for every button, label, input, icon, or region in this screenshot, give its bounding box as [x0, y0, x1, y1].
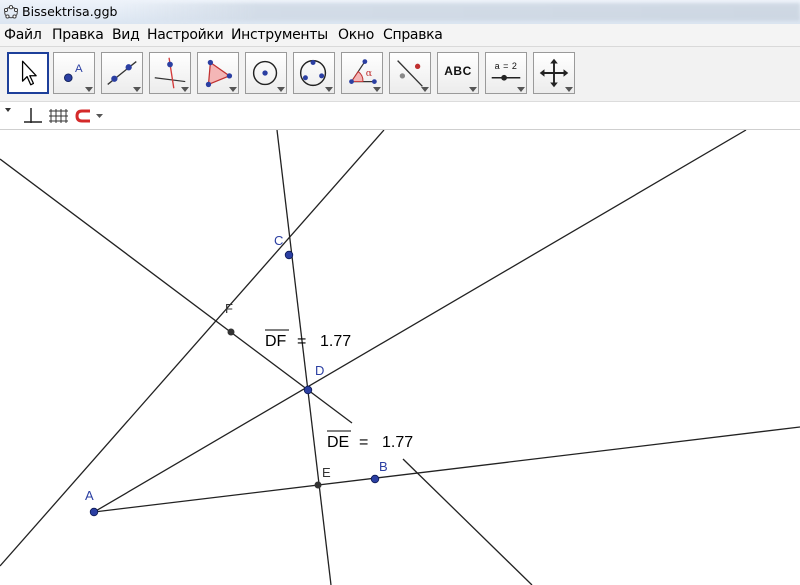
- angle-tool-button[interactable]: α: [341, 52, 383, 94]
- text-tool-button[interactable]: ABC: [437, 52, 479, 94]
- line-AB[interactable]: [93, 426, 800, 513]
- bisector-line-AD[interactable]: [93, 130, 747, 513]
- dropdown-indicator: [325, 87, 333, 92]
- point-D[interactable]: [303, 385, 313, 395]
- menu-help[interactable]: Справка: [383, 27, 443, 43]
- dropdown-indicator: [565, 87, 573, 92]
- menu-tools[interactable]: Инструменты: [231, 27, 328, 43]
- dropdown-indicator: [469, 87, 477, 92]
- dropdown-indicator: [85, 87, 93, 92]
- perpendicular-DF[interactable]: [0, 158, 353, 424]
- menu-edit[interactable]: Правка: [52, 27, 104, 43]
- point-label-B: B: [379, 459, 388, 474]
- measurement-DE-equals: =: [359, 434, 368, 451]
- graphics-view[interactable]: A B C D E F DF = 1.77 DE = 1.77: [0, 130, 800, 585]
- menu-settings[interactable]: Настройки: [147, 27, 224, 43]
- svg-text:A: A: [75, 63, 83, 75]
- point-label-F: F: [225, 301, 233, 316]
- point-label-E: E: [322, 465, 331, 480]
- dropdown-indicator: [229, 87, 237, 92]
- window-title: Bissektrisa.ggb: [22, 4, 118, 19]
- polygon-tool-button[interactable]: [197, 52, 239, 94]
- circle-three-points-tool-button[interactable]: [293, 52, 335, 94]
- style-bar-collapse-icon[interactable]: [5, 108, 11, 112]
- point-B[interactable]: [370, 474, 380, 484]
- menu-window[interactable]: Окно: [338, 27, 374, 43]
- dropdown-indicator: [517, 87, 525, 92]
- text-icon: ABC: [444, 64, 472, 78]
- point-C[interactable]: [284, 250, 294, 260]
- measurement-DE-value: 1.77: [382, 434, 413, 451]
- point-label-A: A: [85, 488, 94, 503]
- line-through-B-lower[interactable]: [402, 458, 533, 585]
- measurement-DF-equals: =: [297, 333, 306, 350]
- perpendicular-line-tool-button[interactable]: [149, 52, 191, 94]
- menu-bar: Файл Правка Вид Настройки Инструменты Ок…: [0, 24, 800, 47]
- geometry-drawing[interactable]: A B C D E F DF = 1.77 DE = 1.77: [0, 130, 800, 585]
- grid-toggle-icon[interactable]: [49, 109, 68, 123]
- axes-toggle-icon[interactable]: [24, 108, 42, 123]
- dropdown-indicator: [373, 87, 381, 92]
- measurement-DE[interactable]: DE = 1.77: [327, 430, 413, 451]
- dropdown-indicator: [133, 87, 141, 92]
- dropdown-indicator: [277, 87, 285, 92]
- title-bar: Bissektrisa.ggb: [0, 0, 800, 25]
- svg-text:α: α: [366, 68, 373, 79]
- measurement-DF-segment: DF: [265, 333, 287, 350]
- menu-view[interactable]: Вид: [112, 27, 140, 43]
- menu-file[interactable]: Файл: [4, 27, 42, 43]
- blurred-background-window: [120, 3, 800, 21]
- dropdown-indicator: [421, 87, 429, 92]
- line-tool-button[interactable]: [101, 52, 143, 94]
- style-bar-icons: [5, 108, 103, 123]
- reflect-tool-button[interactable]: [389, 52, 431, 94]
- point-label-D: D: [315, 363, 324, 378]
- point-A[interactable]: [89, 507, 99, 517]
- bisector-line-through-C-E[interactable]: [276, 130, 332, 585]
- dropdown-indicator: [181, 87, 189, 92]
- measurement-DF-value: 1.77: [320, 333, 351, 350]
- point-label-C: C: [274, 233, 283, 248]
- circle-tool-button[interactable]: [245, 52, 287, 94]
- pointer-arrow-icon: [21, 60, 37, 86]
- geogebra-app-icon: [3, 5, 19, 19]
- point-E[interactable]: [314, 481, 322, 489]
- measurement-DF[interactable]: DF = 1.77: [265, 329, 351, 350]
- slider-tool-button[interactable]: a = 2: [485, 52, 527, 94]
- move-tool-button[interactable]: [7, 52, 49, 94]
- toolbar: A α ABC a = 2: [0, 47, 800, 102]
- point-tool-button[interactable]: A: [53, 52, 95, 94]
- move-graphics-view-tool-button[interactable]: [533, 52, 575, 94]
- graphics-style-bar: [0, 102, 800, 130]
- point-capturing-magnet-icon[interactable]: [75, 109, 103, 123]
- measurement-DE-segment: DE: [327, 434, 349, 451]
- point-F[interactable]: [227, 328, 235, 336]
